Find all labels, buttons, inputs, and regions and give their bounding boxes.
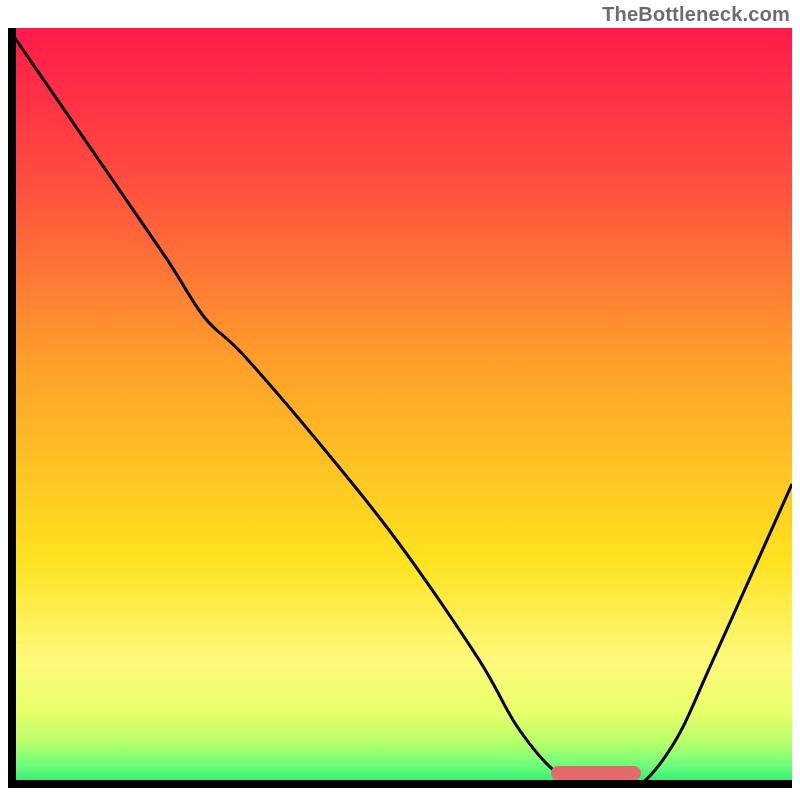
chart-background-gradient (8, 28, 792, 788)
y-axis (8, 28, 16, 788)
optimal-range-marker (551, 766, 641, 780)
bottleneck-chart (8, 28, 792, 788)
watermark-text: TheBottleneck.com (602, 4, 790, 27)
x-axis (8, 780, 792, 788)
